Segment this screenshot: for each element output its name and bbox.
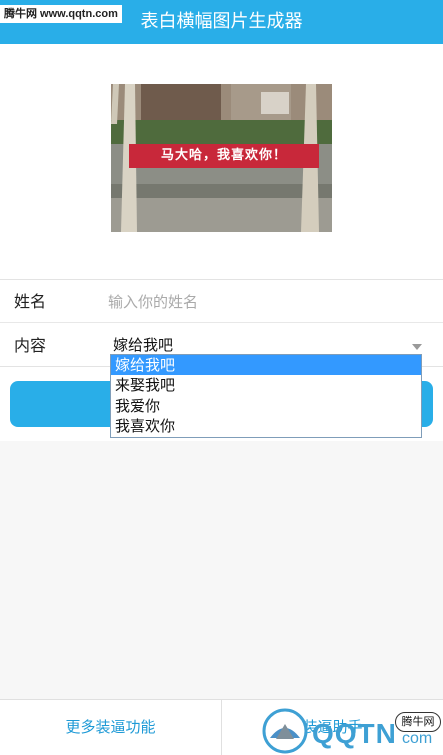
banner-preview-image: 马大哈，我喜欢你！: [111, 84, 332, 232]
dropdown-option[interactable]: 嫁给我吧: [111, 355, 421, 375]
name-label: 姓名: [14, 292, 47, 311]
watermark-suffix: com: [402, 730, 433, 747]
banner-text: 马大哈，我喜欢你！: [160, 148, 287, 163]
qqtn-watermark: QQTN com 腾牛网: [262, 706, 443, 755]
site-watermark: 腾牛网 www.qqtn.com: [0, 5, 122, 23]
preview-area: 马大哈，我喜欢你！: [0, 44, 443, 280]
watermark-brand: QQTN: [312, 718, 397, 749]
content-label: 内容: [14, 336, 47, 355]
watermark-badge: 腾牛网: [395, 712, 441, 732]
content-dropdown-list[interactable]: 嫁给我吧 来娶我吧 我爱你 我喜欢你: [110, 354, 422, 438]
name-input[interactable]: [108, 289, 428, 315]
name-row: 姓名: [0, 280, 443, 323]
qqtn-logo-icon: [262, 708, 308, 754]
dropdown-option[interactable]: 来娶我吧: [111, 375, 421, 395]
dropdown-option[interactable]: 我爱你: [111, 396, 421, 416]
chevron-down-icon[interactable]: [412, 344, 422, 350]
more-features-link[interactable]: 更多装逼功能: [0, 700, 221, 755]
dropdown-option[interactable]: 我喜欢你: [111, 416, 421, 436]
